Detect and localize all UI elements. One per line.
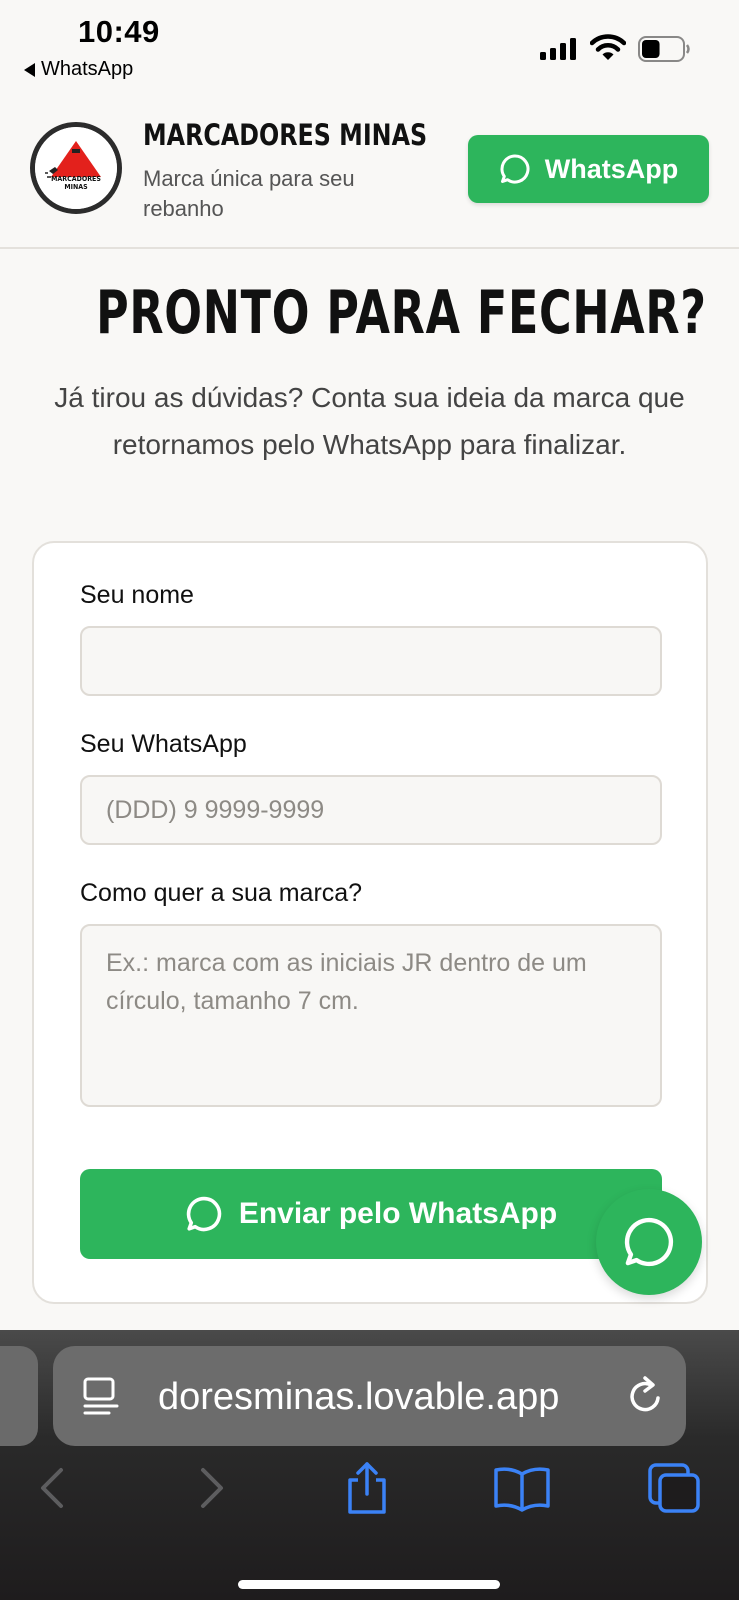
brand-subtitle: Marca única para seu rebanho [143,166,355,221]
page-lead-text: Já tirou as dúvidas? Conta sua ideia da … [54,382,685,460]
back-button[interactable] [24,1460,80,1516]
chevron-left-icon [41,1468,63,1508]
whatsapp-field-label: Seu WhatsApp [80,730,247,758]
whatsapp-chat-icon [500,154,530,184]
reload-icon[interactable] [623,1374,667,1418]
contact-form-card: Seu nome Seu WhatsApp Como quer a sua ma… [32,541,708,1304]
back-app-label: WhatsApp [41,58,134,80]
brand-description-label: Como quer a sua marca? [80,879,363,907]
brand-title: MARCADORES MINAS [143,118,428,152]
previous-tab-preview[interactable] [0,1346,38,1446]
address-bar[interactable]: doresminas.lovable.app [53,1346,686,1446]
share-icon [348,1462,386,1514]
send-button-label: Enviar pelo WhatsApp [238,1197,558,1230]
forward-button[interactable] [184,1460,240,1516]
home-indicator [238,1580,500,1589]
bookmarks-book-icon [494,1467,550,1512]
floating-whatsapp-button[interactable] [596,1189,702,1295]
site-header: MARCADORES MINAS MARCADORES MINAS Marca … [0,92,739,249]
name-field-label: Seu nome [80,581,194,609]
brand-logo-graphic [35,127,117,209]
tabs-button[interactable] [646,1460,702,1516]
wifi-icon [590,34,626,60]
back-to-app-link[interactable]: WhatsApp [24,58,133,81]
header-whatsapp-label: WhatsApp [544,153,679,184]
page-heading: PRONTO PARA FECHAR? [96,278,707,348]
cellular-signal-icon [540,38,576,60]
battery-icon [638,36,690,62]
back-arrow-icon [24,62,35,77]
whatsapp-number-input[interactable] [80,775,662,845]
brand-description-textarea[interactable] [80,924,662,1107]
tabs-overview-icon [648,1463,700,1513]
logo-text: MARCADORES MINAS [51,175,101,191]
name-input[interactable] [80,626,662,696]
status-bar: 10:49 WhatsApp [0,0,739,92]
chevron-right-icon [201,1468,223,1508]
browser-toolbar: doresminas.lovable.app [0,1330,739,1600]
status-time: 10:49 [78,14,160,49]
header-whatsapp-button[interactable]: WhatsApp [468,135,709,203]
page-menu-icon [83,1377,119,1415]
whatsapp-chat-icon [186,1196,221,1232]
share-button[interactable] [339,1460,395,1516]
send-whatsapp-button[interactable]: Enviar pelo WhatsApp [80,1169,662,1259]
brand-logo[interactable]: MARCADORES MINAS [30,122,122,214]
bookmarks-button[interactable] [490,1460,554,1516]
whatsapp-chat-icon [624,1217,674,1267]
url-text: doresminas.lovable.app [158,1376,560,1418]
